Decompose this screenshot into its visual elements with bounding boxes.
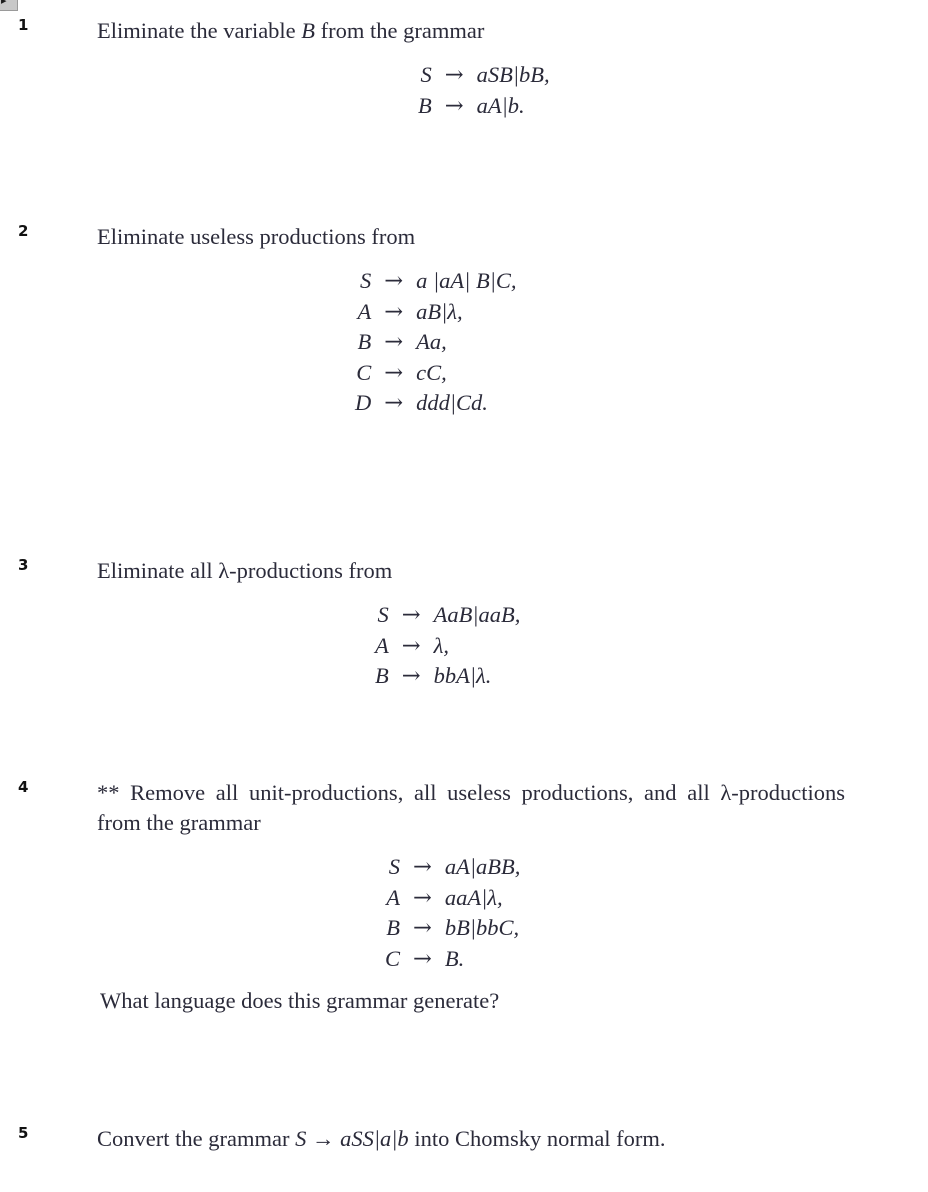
rule-lhs: C (356, 359, 372, 385)
problem-prompt-2: Eliminate useless productions from (97, 224, 416, 249)
grammar-block-2: S → a |aA| B|C, A → aB|λ, B → Aa, C → cC… (355, 266, 517, 419)
problem-number-5: 5 (18, 1124, 29, 1142)
rule-lhs: S (360, 268, 372, 293)
problem-prompt-3: Eliminate all λ-productions from (97, 558, 393, 583)
problem-body-2: Eliminate useless productions from S → a… (97, 222, 845, 419)
rule-lhs: C (385, 945, 401, 971)
rule-lhs: S (377, 602, 389, 627)
rule-lhs: S (420, 62, 432, 87)
rule-rhs: a |aA| B|C, (416, 268, 517, 293)
production-rule: S → aA|aBB, (385, 852, 521, 883)
rule-rhs: bB|bbC, (444, 915, 520, 940)
problem-body-1: Eliminate the variable B from the gramma… (97, 16, 845, 121)
rule-rhs: aA|b. (476, 92, 525, 118)
prompt-math-5: S → aSS|a|b (295, 1126, 409, 1151)
problem-tail-4: What language does this grammar generate… (100, 988, 500, 1013)
rule-arrow: → (384, 390, 404, 416)
problem-3: 3 Eliminate all λ-productions from S → A… (0, 556, 928, 692)
rule-arrow: → (384, 268, 404, 294)
rule-arrow: → (401, 663, 421, 689)
document-page: 1 Eliminate the variable B from the gram… (0, 0, 928, 1192)
production-rule: B → Aa, (355, 327, 517, 358)
rule-arrow: → (384, 298, 404, 325)
problem-prompt-4: ** Remove all unit-productions, all usel… (97, 780, 845, 835)
rule-arrow: → (444, 92, 464, 119)
prompt-text-pre-5: Convert the grammar (97, 1126, 296, 1151)
problem-2: 2 Eliminate useless productions from S →… (0, 222, 928, 419)
problem-number-1: 1 (18, 16, 29, 34)
problem-5: 5 Convert the grammar S → aSS|a|b into C… (0, 1124, 928, 1154)
rule-rhs: ddd|Cd. (416, 390, 488, 415)
rule-lhs: A (375, 632, 389, 658)
rule-rhs: aaA|λ, (444, 884, 503, 910)
problem-body-4: ** Remove all unit-productions, all usel… (97, 778, 845, 1016)
problem-prompt-5: Convert the grammar S → aSS|a|b into Cho… (97, 1124, 845, 1154)
problem-prompt-1: Eliminate the variable B from the gramma… (97, 16, 845, 46)
problem-body-5: Convert the grammar S → aSS|a|b into Cho… (97, 1124, 845, 1154)
production-rule: S → AaB|aaB, (375, 600, 521, 631)
grammar-block-1: S → aSB|bB, B → aA|b. (418, 60, 550, 121)
rule-lhs: D (355, 390, 372, 415)
rule-rhs: aB|λ, (416, 298, 463, 324)
problem-number-3: 3 (18, 556, 29, 574)
rule-rhs: B. (444, 945, 465, 971)
grammar-block-4: S → aA|aBB, A → aaA|λ, B → bB|bbC, C → B… (385, 852, 520, 974)
prompt-text-pre-1: Eliminate the variable (97, 18, 302, 43)
rule-arrow: → (401, 602, 421, 628)
production-rule: A → λ, (375, 631, 520, 662)
problem-number-2: 2 (18, 222, 29, 240)
rule-rhs: Aa, (416, 329, 447, 354)
rule-rhs: AaB|aaB, (433, 602, 521, 627)
prompt-text-post-1: from the grammar (315, 18, 485, 43)
rule-lhs: A (386, 884, 401, 910)
problem-4: 4 ** Remove all unit-productions, all us… (0, 778, 928, 1016)
production-rule: B → bB|bbC, (385, 913, 520, 944)
production-rule: B → aA|b. (418, 91, 550, 122)
rule-lhs: A (357, 298, 372, 324)
production-rule: A → aB|λ, (355, 297, 517, 328)
prompt-text-post-5: into Chomsky normal form. (408, 1126, 666, 1151)
production-rule: B → bbA|λ. (375, 661, 520, 692)
rule-arrow: → (413, 854, 432, 880)
rule-arrow: → (413, 945, 432, 972)
rule-rhs: aSB|bB, (476, 62, 550, 87)
rule-arrow: → (413, 915, 432, 941)
production-rule: A → aaA|λ, (385, 883, 520, 914)
production-rule: C → cC, (355, 358, 517, 389)
rule-arrow: → (401, 632, 421, 659)
rule-lhs: B (418, 92, 432, 118)
rule-arrow: → (384, 359, 404, 386)
rule-lhs: B (386, 915, 401, 940)
rule-rhs: bbA|λ. (433, 663, 492, 688)
production-rule: D → ddd|Cd. (355, 388, 517, 419)
rule-arrow: → (384, 329, 404, 355)
production-rule: S → aSB|bB, (418, 60, 550, 91)
problem-1: 1 Eliminate the variable B from the gram… (0, 16, 928, 121)
rule-arrow: → (444, 62, 464, 88)
production-rule: S → a |aA| B|C, (355, 266, 517, 297)
rule-lhs: B (357, 329, 372, 354)
rule-arrow: → (413, 884, 432, 911)
rule-lhs: S (388, 854, 401, 879)
problem-number-4: 4 (18, 778, 29, 796)
rule-rhs: aA|aBB, (444, 854, 521, 879)
rule-rhs: λ, (433, 632, 449, 658)
grammar-block-3: S → AaB|aaB, A → λ, B → bbA|λ. (375, 600, 520, 692)
rule-rhs: cC, (416, 359, 447, 385)
rule-lhs: B (375, 663, 389, 688)
prompt-var-1: B (301, 18, 316, 43)
problem-body-3: Eliminate all λ-productions from S → AaB… (97, 556, 845, 692)
production-rule: C → B. (385, 944, 520, 975)
